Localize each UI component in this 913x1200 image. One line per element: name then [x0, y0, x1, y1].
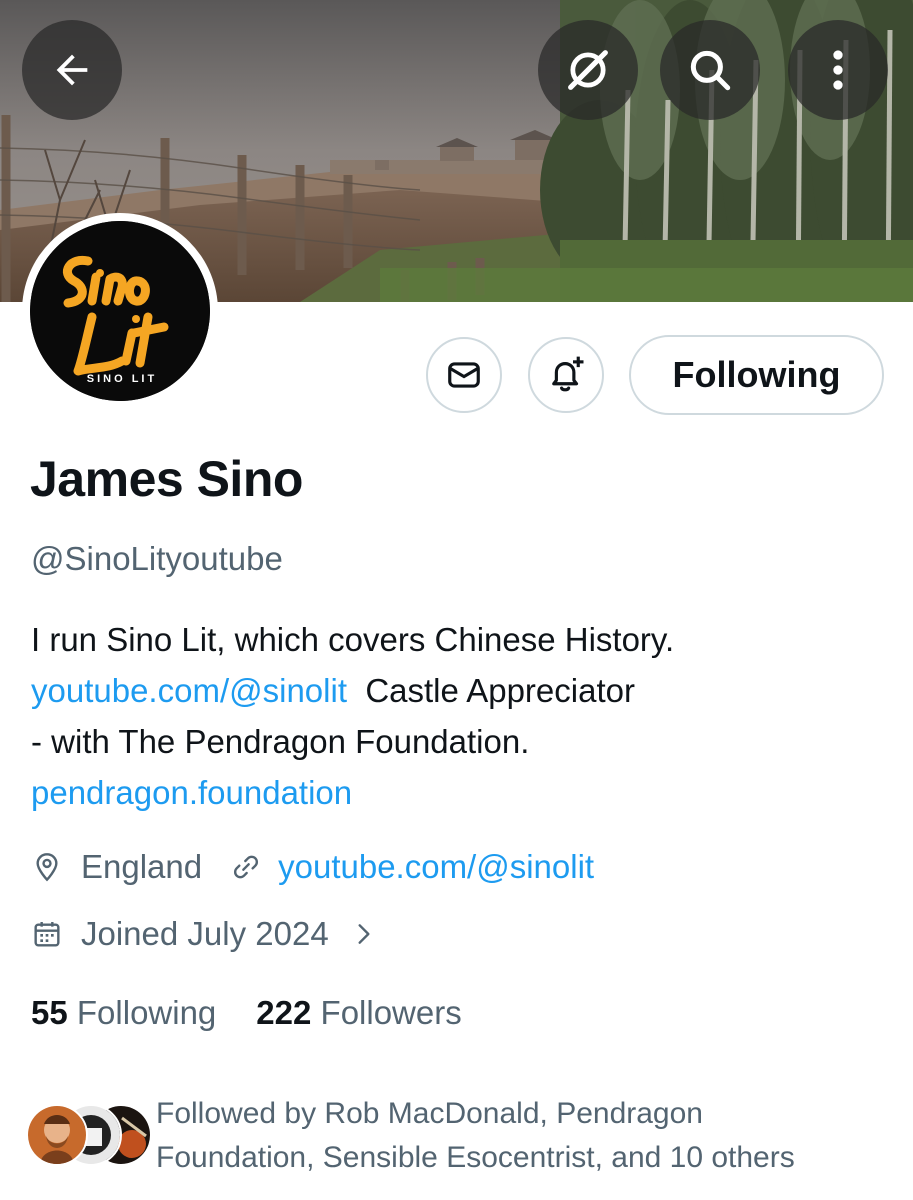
- search-icon: [690, 50, 731, 91]
- user-handle: @SinoLityoutube: [31, 540, 283, 577]
- bio-pendragon-link[interactable]: pendragon.foundation: [31, 774, 352, 811]
- following-button[interactable]: Following: [629, 335, 884, 415]
- followers-count: 222: [256, 994, 312, 1031]
- location-pin-icon: [31, 851, 63, 883]
- grok-icon: [568, 50, 608, 90]
- grok-button[interactable]: [538, 20, 638, 120]
- bell-plus-icon: [552, 356, 584, 392]
- back-button[interactable]: [22, 20, 122, 120]
- search-button[interactable]: [660, 20, 760, 120]
- arrow-left-icon: [56, 54, 88, 86]
- profile-meta-joined-row[interactable]: Joined July 2024: [31, 915, 377, 953]
- bio-line-1: I run Sino Lit, which covers Chinese His…: [31, 621, 675, 658]
- location-text: England: [81, 848, 203, 885]
- chevron-right-icon: [351, 919, 377, 949]
- followed-by-text[interactable]: Followed by Rob MacDonald, Pendragon Fou…: [156, 1092, 896, 1180]
- website-link[interactable]: youtube.com/@sinolit: [278, 848, 594, 886]
- following-count: 55: [31, 994, 68, 1031]
- link-icon: [230, 851, 262, 883]
- notifications-button[interactable]: [528, 337, 604, 413]
- more-options-button[interactable]: [788, 20, 888, 120]
- followed-by-line-2: Foundation, Sensible Esocentrist, and 10…: [156, 1141, 795, 1174]
- follower-avatar-1: [26, 1104, 88, 1166]
- logo-caption: SINO LIT: [86, 373, 158, 385]
- followed-by-avatars[interactable]: [26, 1104, 152, 1166]
- bio-line-3: - with The Pendragon Foundation.: [31, 723, 530, 760]
- profile-bio: I run Sino Lit, which covers Chinese His…: [31, 614, 891, 818]
- followed-by-line-1: Followed by Rob MacDonald, Pendragon: [156, 1097, 703, 1130]
- more-vertical-icon: [833, 50, 843, 90]
- profile-meta-location-row: England youtube.com/@sinolit: [31, 848, 594, 886]
- message-button[interactable]: [426, 337, 502, 413]
- envelope-icon: [448, 362, 480, 388]
- display-name: James Sino: [30, 451, 303, 507]
- bio-line-4: pendragon.foundation: [31, 767, 891, 818]
- joined-date-text: Joined July 2024: [81, 915, 329, 952]
- following-count-link[interactable]: 55 Following: [31, 994, 216, 1031]
- bio-castle-text: Castle Appreciator: [365, 672, 635, 709]
- bio-youtube-link[interactable]: youtube.com/@sinolit: [31, 672, 347, 709]
- followers-count-link[interactable]: 222 Followers: [256, 994, 461, 1031]
- profile-stats: 55 Following 222 Followers: [31, 994, 462, 1032]
- bio-line-2: youtube.com/@sinolit Castle Appreciator: [31, 665, 891, 716]
- following-label: Following: [76, 994, 217, 1031]
- calendar-icon: [31, 918, 63, 950]
- followers-label: Followers: [320, 994, 462, 1031]
